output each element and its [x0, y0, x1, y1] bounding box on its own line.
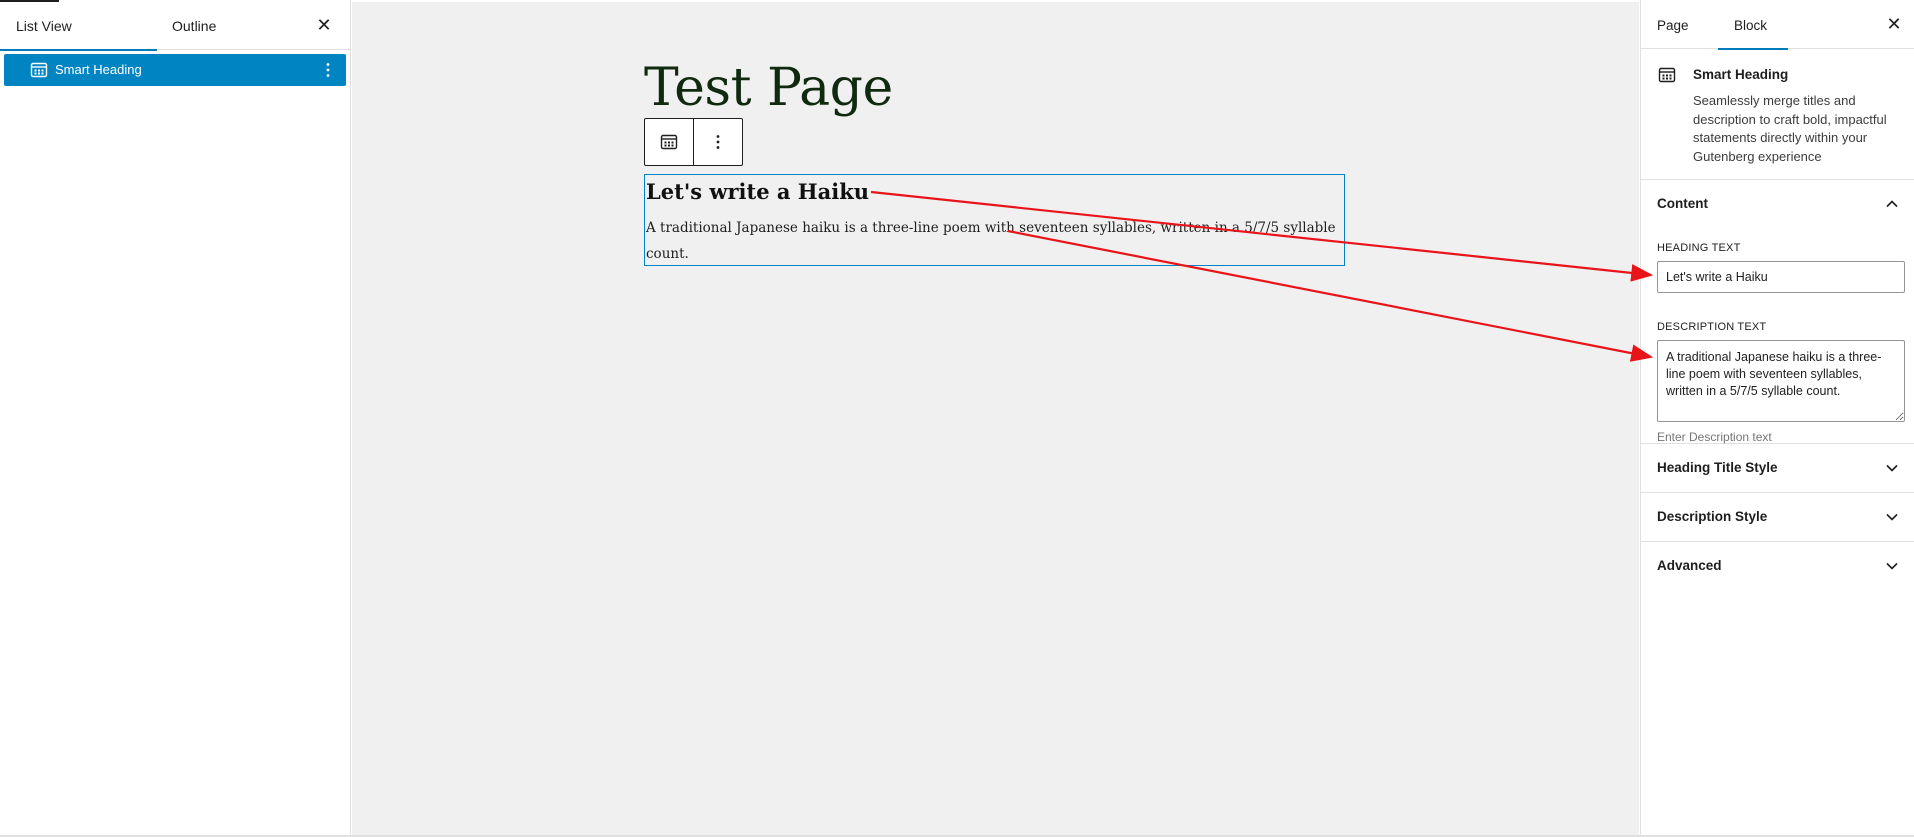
smart-heading-description[interactable]: A traditional Japanese haiku is a three-… [646, 215, 1344, 267]
chevron-up-icon [1886, 200, 1898, 208]
block-options-button[interactable] [694, 119, 743, 165]
tab-page[interactable]: Page [1657, 0, 1689, 49]
close-icon: ✕ [316, 15, 332, 35]
heading-title-style-toggle[interactable]: Heading Title Style [1641, 444, 1914, 492]
more-options-icon [716, 135, 720, 149]
chevron-down-icon [1886, 513, 1898, 521]
block-card: Smart Heading Seamlessly merge titles an… [1641, 49, 1914, 180]
table-grid-icon [30, 62, 48, 78]
tab-outline[interactable]: Outline [172, 0, 216, 50]
smart-heading-block[interactable]: Let's write a Haiku A traditional Japane… [644, 174, 1345, 266]
heading-text-input[interactable] [1657, 261, 1905, 293]
table-grid-icon [660, 134, 677, 150]
block-card-description: Seamlessly merge titles and description … [1693, 93, 1887, 164]
description-style-panel: Description Style [1641, 493, 1914, 542]
block-card-title: Smart Heading [1693, 67, 1789, 82]
tab-list-view[interactable]: List View [0, 0, 157, 51]
content-panel: Content HEADING TEXT DESCRIPTION TEXT A … [1641, 180, 1914, 444]
tab-block[interactable]: Block [1718, 0, 1788, 50]
list-view-sidebar: List View Outline ✕ Smart Heading [0, 0, 351, 837]
heading-text-label: HEADING TEXT [1657, 242, 1741, 254]
close-list-view-button[interactable]: ✕ [314, 15, 334, 35]
close-icon: ✕ [1886, 14, 1902, 34]
settings-sidebar: Page Block ✕ Smart Heading Seamlessly me… [1640, 0, 1914, 837]
chevron-down-icon [1886, 562, 1898, 570]
close-settings-button[interactable]: ✕ [1884, 14, 1904, 34]
editor-canvas[interactable]: Test Page Let's write a Haiku A traditio… [352, 2, 1639, 837]
block-toolbar [644, 118, 743, 166]
table-grid-icon [1658, 67, 1676, 83]
page-title[interactable]: Test Page [644, 62, 893, 114]
heading-title-style-panel: Heading Title Style [1641, 444, 1914, 493]
block-type-button[interactable] [645, 119, 694, 165]
more-options-icon[interactable] [318, 60, 338, 80]
advanced-panel: Advanced [1641, 542, 1914, 590]
chevron-down-icon [1886, 464, 1898, 472]
description-help-text: Enter Description text [1657, 430, 1772, 444]
description-style-toggle[interactable]: Description Style [1641, 493, 1914, 541]
advanced-toggle[interactable]: Advanced [1641, 542, 1914, 590]
panel-title: Description Style [1657, 509, 1768, 524]
list-view-item-smart-heading[interactable]: Smart Heading [4, 54, 346, 86]
settings-tabs: Page Block ✕ [1641, 0, 1914, 50]
content-panel-toggle[interactable]: Content [1641, 180, 1914, 228]
smart-heading-title[interactable]: Let's write a Haiku [646, 179, 869, 204]
panel-title: Heading Title Style [1657, 460, 1778, 475]
description-text-label: DESCRIPTION TEXT [1657, 321, 1767, 333]
list-view-item-label: Smart Heading [55, 62, 142, 77]
list-view-tabs: List View Outline ✕ [0, 0, 350, 51]
panel-title: Content [1657, 196, 1708, 211]
description-text-area[interactable]: A traditional Japanese haiku is a three-… [1657, 340, 1905, 422]
panel-title: Advanced [1657, 558, 1722, 573]
